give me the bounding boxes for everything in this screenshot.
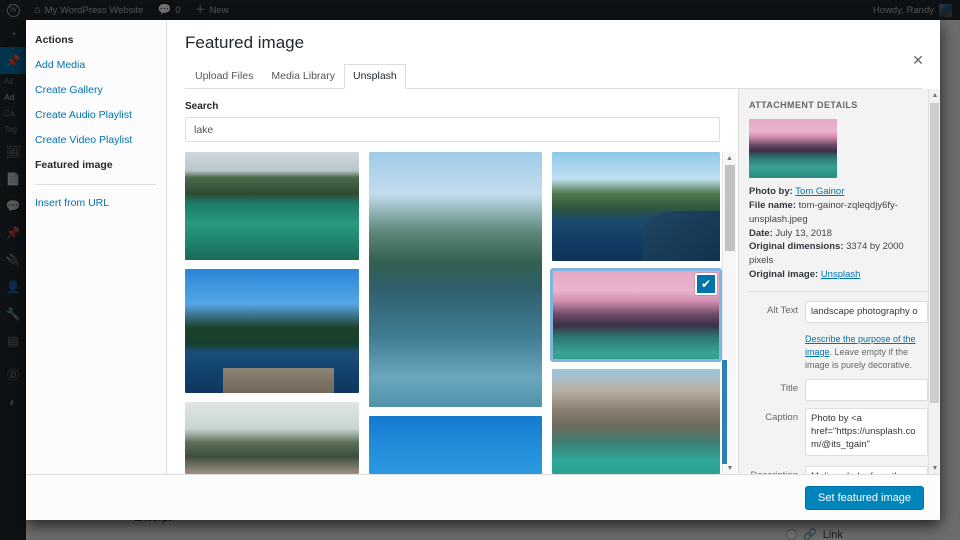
caption-textarea[interactable]: Photo by <a href="https://unsplash.com/@… [805, 407, 928, 456]
details-scrollbar[interactable]: ▲ ▼ [928, 89, 940, 474]
grid-column-1 [185, 152, 359, 474]
details-divider [749, 290, 928, 292]
grid-item-canoe-on-still-lake[interactable] [552, 152, 721, 261]
grid-column-3: ✔ [550, 152, 723, 474]
title-label: Title [780, 382, 798, 394]
caption-field-row: Caption Photo by <a href="https://unspla… [749, 407, 928, 459]
grid-item-alpine-lake-mountains[interactable] [185, 152, 359, 260]
media-modal: Actions Add Media Create Gallery Create … [26, 20, 940, 520]
grid-item-blue-sky-lake-band[interactable] [368, 415, 543, 474]
description-label: Description [749, 466, 805, 474]
file-name-label: File name: [749, 200, 796, 212]
search-section: Search [167, 89, 738, 152]
description-textarea[interactable]: Maligne Lake from the Spirit Island Dock… [805, 465, 928, 474]
grid-scrollbar-highlight [722, 360, 727, 465]
modal-body: Actions Add Media Create Gallery Create … [26, 20, 940, 474]
description-field-row: Description Maligne Lake from the Spirit… [749, 465, 928, 474]
actions-divider [35, 184, 156, 186]
set-featured-image-button[interactable]: Set featured image [805, 485, 924, 510]
date-row: Date: July 13, 2018 [749, 227, 928, 241]
modal-content-row: Search lake ✔ ▲ ▼ ATTACHMENT DETAILS Pho… [167, 89, 940, 474]
modal-footer: Set featured image [26, 474, 940, 520]
action-add-media[interactable]: Add Media [35, 59, 156, 72]
title-input[interactable] [805, 378, 928, 401]
grid-item-river-valley-reflection[interactable] [368, 152, 543, 407]
title-field-row: Title [749, 378, 928, 401]
search-label: Search [185, 101, 219, 113]
grid-item-turquoise-alpine-lake-cliffs[interactable] [552, 369, 721, 474]
action-create-audio-playlist[interactable]: Create Audio Playlist [35, 109, 156, 122]
details-scrollbar-thumb[interactable] [930, 103, 939, 404]
date-value: July 13, 2018 [775, 227, 832, 239]
photo-by-row: Photo by: Tom Gainor [749, 185, 928, 199]
modal-header: Featured image Upload Files Media Librar… [167, 20, 940, 90]
date-label: Date: [749, 227, 773, 239]
details-scroll-up-arrow-icon[interactable]: ▲ [929, 89, 940, 101]
original-image-row: Original image: Unsplash [749, 268, 928, 282]
grid-scrollbar-thumb[interactable] [725, 165, 735, 252]
actions-heading: Actions [35, 34, 74, 46]
scroll-up-arrow-icon[interactable]: ▲ [723, 152, 736, 164]
alt-text-input[interactable] [805, 300, 928, 323]
grid-column-2 [368, 152, 543, 474]
image-grid: ✔ [185, 152, 723, 474]
alt-help-spacer [749, 330, 805, 334]
scroll-down-arrow-icon[interactable]: ▼ [723, 462, 737, 474]
action-create-gallery[interactable]: Create Gallery [35, 84, 156, 97]
checkmark-icon: ✔ [695, 272, 718, 295]
details-scroll-down-arrow-icon[interactable]: ▼ [929, 462, 940, 474]
search-input[interactable] [185, 117, 720, 143]
media-router-tabs[interactable]: Upload Files Media Library Unsplash [185, 63, 922, 90]
photo-by-label: Photo by: [749, 186, 793, 198]
file-name-row: File name: tom-gainor-zqleqdjy6fy-unspla… [749, 199, 928, 227]
alt-text-field-row: Alt Text [749, 300, 928, 323]
tab-media-library[interactable]: Media Library [262, 64, 344, 89]
original-image-link[interactable]: Unsplash [821, 269, 861, 280]
wordpress-admin-screen: Excerpt 🔗 Link ◔ 📌 All Ad Ca Tag 🖼 📄 💬 📌… [0, 0, 960, 540]
tab-unsplash[interactable]: Unsplash [344, 64, 406, 90]
media-frame: ✕ Featured image Upload Files Media Libr… [166, 20, 940, 474]
grid-item-lake-dock-pier[interactable] [185, 268, 359, 393]
caption-label: Caption [765, 411, 798, 423]
alt-text-help-row: Describe the purpose of the image. Leave… [749, 330, 928, 372]
unsplash-browser: Search lake ✔ ▲ ▼ [167, 89, 738, 474]
dimensions-row: Original dimensions: 3374 by 2000 pixels [749, 240, 928, 268]
action-create-video-playlist[interactable]: Create Video Playlist [35, 134, 156, 147]
attachment-details-pane: ATTACHMENT DETAILS Photo by: Tom Gainor … [738, 89, 940, 474]
grid-item-pink-sky-maligne-lake[interactable]: ✔ [550, 267, 723, 363]
image-grid-scroll-area[interactable]: ✔ ▲ ▼ [167, 152, 738, 474]
alt-text-label: Alt Text [767, 304, 798, 316]
media-actions-pane: Actions Add Media Create Gallery Create … [26, 20, 166, 474]
tab-upload-files[interactable]: Upload Files [186, 64, 262, 89]
attachment-details-heading: ATTACHMENT DETAILS [749, 100, 858, 111]
action-insert-from-url[interactable]: Insert from URL [35, 197, 156, 210]
grid-item-misty-pine-forest-lake[interactable] [185, 401, 359, 474]
original-image-label: Original image: [749, 268, 819, 280]
dimensions-label: Original dimensions: [749, 241, 844, 253]
alt-text-help: Describe the purpose of the image. Leave… [805, 333, 928, 372]
close-icon[interactable]: ✕ [906, 48, 930, 72]
grid-scrollbar[interactable]: ▲ ▼ [722, 152, 736, 474]
page-title: Featured image [185, 33, 305, 52]
attachment-thumbnail[interactable] [749, 119, 837, 179]
photo-by-link[interactable]: Tom Gainor [795, 186, 844, 197]
action-featured-image[interactable]: Featured image [35, 159, 156, 172]
